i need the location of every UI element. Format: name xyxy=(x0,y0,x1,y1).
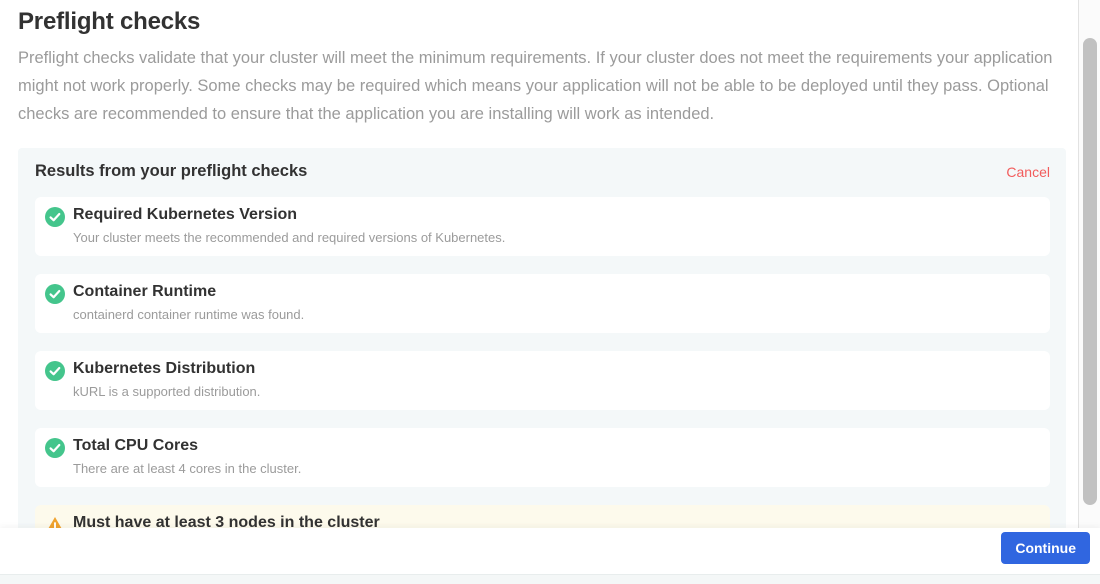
check-message: Your cluster meets the recommended and r… xyxy=(73,230,1034,245)
scrollbar-track[interactable] xyxy=(1078,0,1100,528)
bottom-strip xyxy=(0,574,1100,584)
check-title: Required Kubernetes Version xyxy=(73,206,1034,224)
check-message: containerd container runtime was found. xyxy=(73,307,1034,322)
check-title: Must have at least 3 nodes in the cluste… xyxy=(73,514,1034,528)
cancel-link[interactable]: Cancel xyxy=(1006,164,1050,180)
check-body: Required Kubernetes Version Your cluster… xyxy=(73,206,1034,245)
warning-triangle-icon xyxy=(45,515,65,528)
check-body: Total CPU Cores There are at least 4 cor… xyxy=(73,437,1034,476)
page-description: Preflight checks validate that your clus… xyxy=(18,44,1066,128)
preflight-checks-page: Preflight checks Preflight checks valida… xyxy=(0,0,1100,584)
check-card-minimum-nodes: Must have at least 3 nodes in the cluste… xyxy=(35,505,1050,528)
check-circle-icon xyxy=(45,284,65,304)
check-body: Kubernetes Distribution kURL is a suppor… xyxy=(73,360,1034,399)
check-body: Container Runtime containerd container r… xyxy=(73,283,1034,322)
continue-button[interactable]: Continue xyxy=(1001,532,1090,564)
scrollbar-thumb[interactable] xyxy=(1083,38,1097,505)
check-body: Must have at least 3 nodes in the cluste… xyxy=(73,514,1034,528)
preflight-content: Preflight checks Preflight checks valida… xyxy=(0,0,1078,528)
footer-bar: Continue xyxy=(0,528,1100,574)
check-message: There are at least 4 cores in the cluste… xyxy=(73,461,1034,476)
check-circle-icon xyxy=(45,361,65,381)
preflight-results-panel: Results from your preflight checks Cance… xyxy=(18,148,1066,528)
check-title: Container Runtime xyxy=(73,283,1034,301)
check-card-required-kubernetes-version: Required Kubernetes Version Your cluster… xyxy=(35,197,1050,256)
page-title: Preflight checks xyxy=(18,8,1066,36)
check-card-total-cpu-cores: Total CPU Cores There are at least 4 cor… xyxy=(35,428,1050,487)
check-circle-icon xyxy=(45,207,65,227)
check-circle-icon xyxy=(45,438,65,458)
check-card-container-runtime: Container Runtime containerd container r… xyxy=(35,274,1050,333)
panel-header-row: Results from your preflight checks Cance… xyxy=(35,162,1050,181)
check-title: Total CPU Cores xyxy=(73,437,1034,455)
check-message: kURL is a supported distribution. xyxy=(73,384,1034,399)
results-header: Results from your preflight checks xyxy=(35,162,307,181)
check-card-kubernetes-distribution: Kubernetes Distribution kURL is a suppor… xyxy=(35,351,1050,410)
check-title: Kubernetes Distribution xyxy=(73,360,1034,378)
